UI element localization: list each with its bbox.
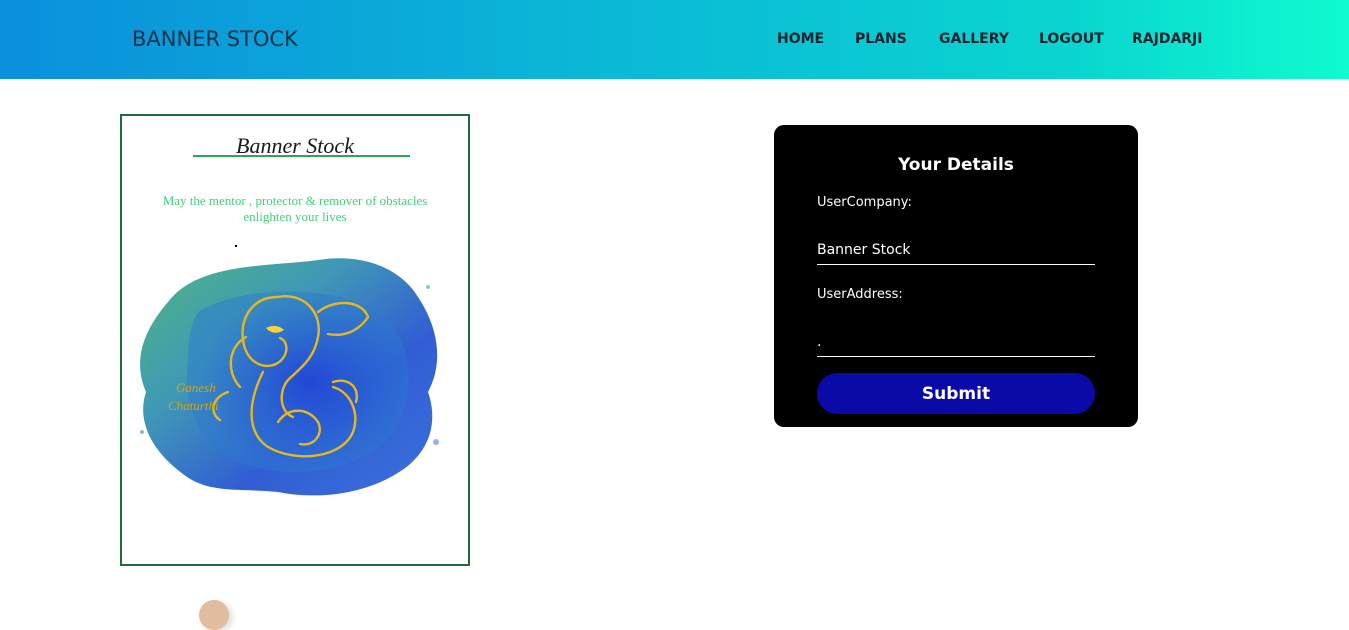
company-input[interactable] bbox=[817, 235, 1095, 265]
nav-plans[interactable]: PLANS bbox=[855, 31, 907, 47]
banner-title-underline bbox=[193, 155, 410, 157]
address-label: UserAddress: bbox=[817, 287, 903, 302]
company-label: UserCompany: bbox=[817, 195, 912, 210]
nav-logout[interactable]: LOGOUT bbox=[1039, 31, 1104, 47]
banner-preview: Banner Stock May the mentor , protector … bbox=[120, 114, 470, 566]
svg-text:Ganesh: Ganesh bbox=[176, 380, 216, 395]
banner-wish-text: May the mentor , protector & remover of … bbox=[152, 193, 438, 225]
ganesh-artwork-image: Ganesh Chaturthi bbox=[140, 258, 439, 496]
form-title: Your Details bbox=[898, 155, 1014, 175]
banner-wish-line-1: May the mentor , protector & remover of … bbox=[162, 193, 428, 208]
nav-user-profile[interactable]: RAJDARJI bbox=[1132, 31, 1202, 47]
submit-button[interactable]: Submit bbox=[817, 373, 1095, 414]
address-input[interactable] bbox=[817, 327, 1095, 357]
top-navbar: BANNER STOCK HOME PLANS GALLERY LOGOUT R… bbox=[0, 0, 1349, 79]
main-nav: HOME PLANS GALLERY LOGOUT RAJDARJI bbox=[0, 31, 1349, 51]
nav-gallery[interactable]: GALLERY bbox=[939, 31, 1009, 47]
svg-text:Chaturthi: Chaturthi bbox=[168, 398, 219, 413]
banner-wish-line-2: enlighten your lives bbox=[243, 209, 347, 224]
avatar-icon[interactable] bbox=[199, 600, 229, 630]
nav-home[interactable]: HOME bbox=[777, 31, 824, 47]
details-form-card: Your Details UserCompany: UserAddress: S… bbox=[774, 125, 1138, 427]
